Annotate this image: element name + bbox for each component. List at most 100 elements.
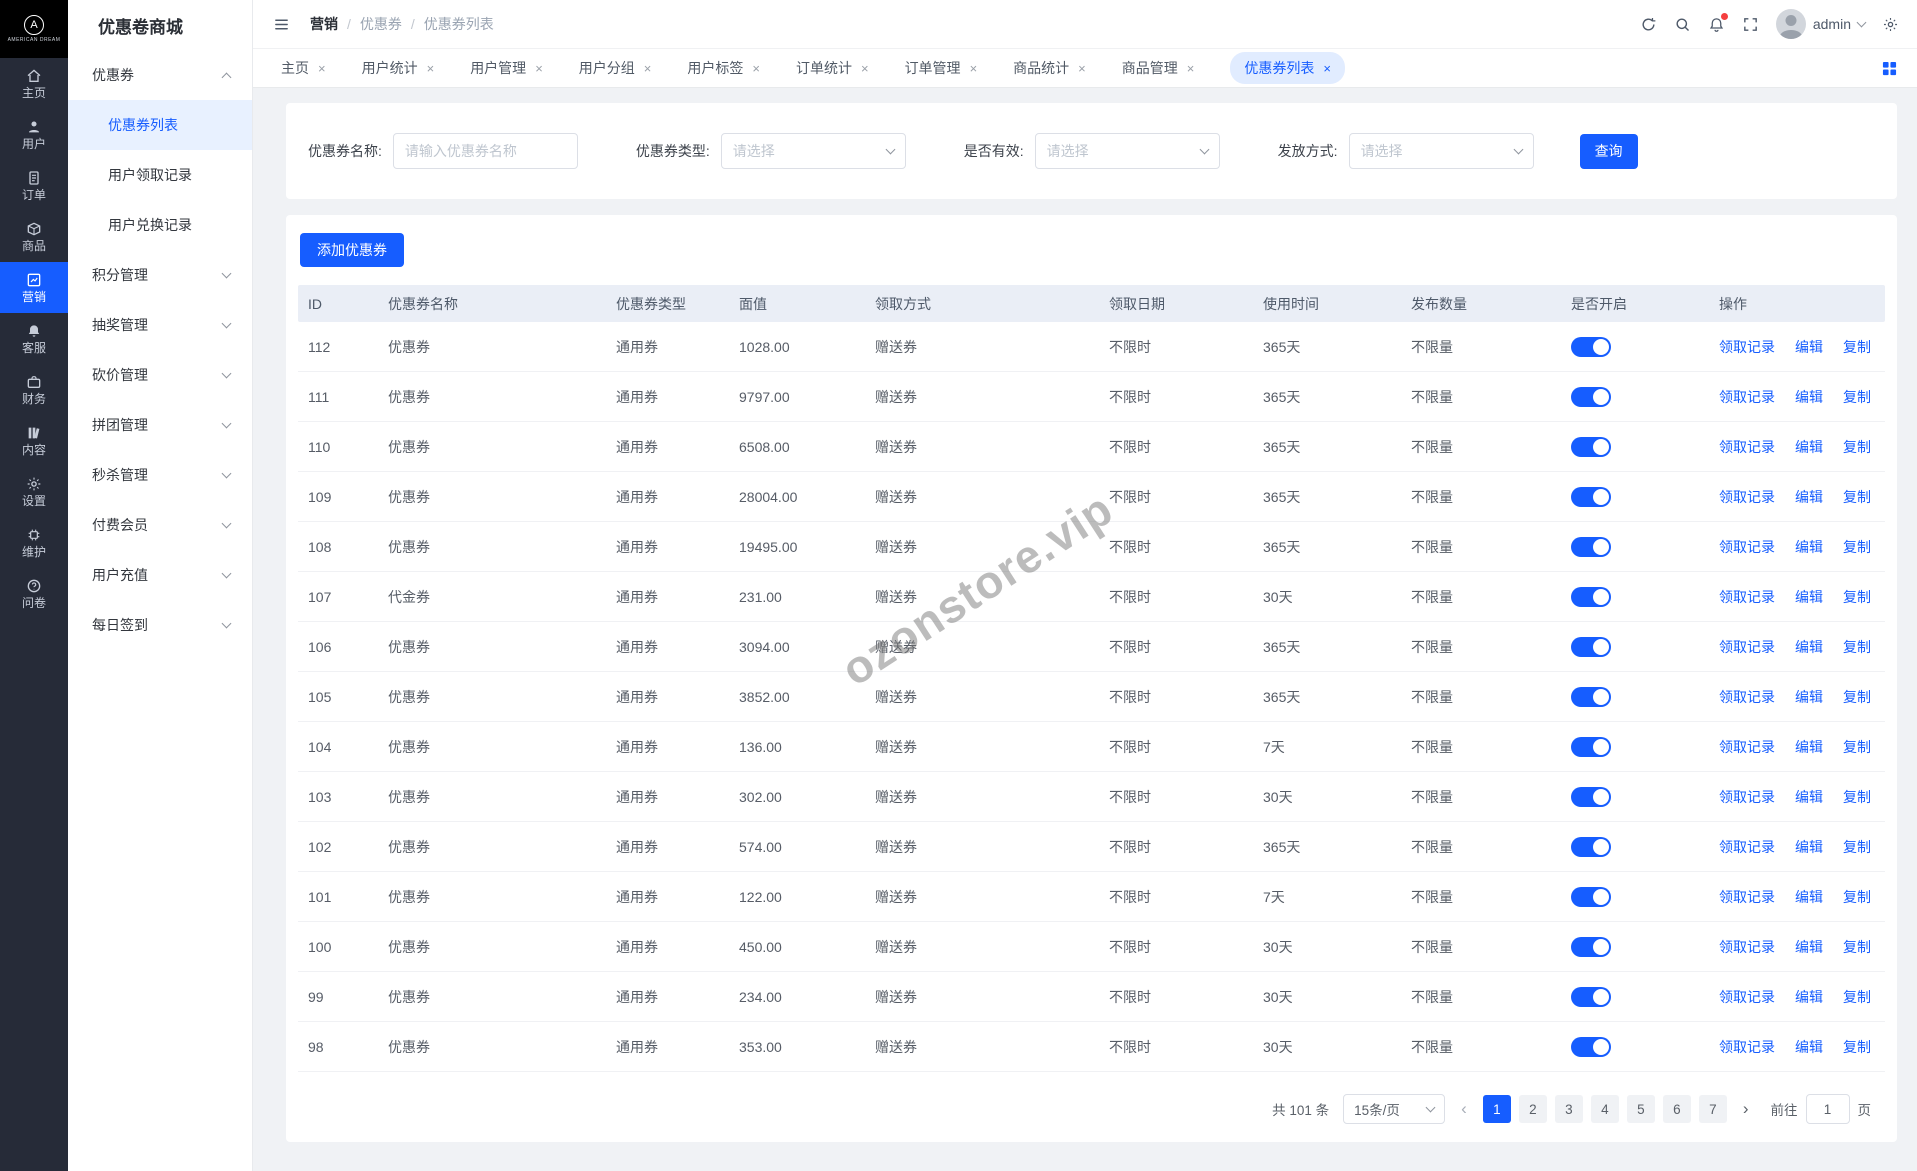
goto-page-input[interactable] [1805,1094,1850,1124]
rail-item-survey[interactable]: 问卷 [0,568,68,619]
enable-toggle[interactable] [1571,886,1611,907]
copy-link[interactable]: 复制 [1843,787,1871,807]
edit-link[interactable]: 编辑 [1795,337,1823,357]
edit-link[interactable]: 编辑 [1795,687,1823,707]
tab[interactable]: 用户分组 × [579,58,652,78]
enable-toggle[interactable] [1571,786,1611,807]
tab-close-icon[interactable]: × [752,62,760,75]
copy-link[interactable]: 复制 [1843,737,1871,757]
claim-records-link[interactable]: 领取记录 [1719,637,1775,657]
tab-options-grid-icon[interactable] [1882,61,1897,76]
rail-item-home[interactable]: 主页 [0,58,68,109]
tab[interactable]: 商品管理 × [1122,58,1195,78]
search-icon[interactable] [1674,16,1691,33]
claim-records-link[interactable]: 领取记录 [1719,1037,1775,1057]
copy-link[interactable]: 复制 [1843,837,1871,857]
copy-link[interactable]: 复制 [1843,887,1871,907]
sidebar-menu-item[interactable]: 付费会员 [68,500,252,550]
tab[interactable]: 主页 × [281,58,326,78]
breadcrumb-item[interactable]: 优惠券列表 [424,14,494,34]
enable-toggle[interactable] [1571,986,1611,1007]
page-number-button[interactable]: 5 [1626,1095,1655,1123]
claim-records-link[interactable]: 领取记录 [1719,337,1775,357]
tab[interactable]: 用户标签 × [687,58,760,78]
page-number-button[interactable]: 6 [1662,1095,1691,1123]
claim-records-link[interactable]: 领取记录 [1719,487,1775,507]
coupon-type-select[interactable]: 请选择 [720,133,906,169]
copy-link[interactable]: 复制 [1843,437,1871,457]
page-number-button[interactable]: 2 [1518,1095,1547,1123]
edit-link[interactable]: 编辑 [1795,787,1823,807]
sidebar-menu-item[interactable]: 砍价管理 [68,350,252,400]
enable-toggle[interactable] [1571,336,1611,357]
sidebar-menu-item[interactable]: 优惠券列表 [68,100,252,150]
enable-toggle[interactable] [1571,686,1611,707]
copy-link[interactable]: 复制 [1843,487,1871,507]
tab[interactable]: 用户统计 × [362,58,435,78]
tab-close-icon[interactable]: × [427,62,435,75]
tab-close-icon[interactable]: × [318,62,326,75]
coupon-name-input[interactable] [392,133,578,169]
enable-toggle[interactable] [1571,936,1611,957]
grant-method-select[interactable]: 请选择 [1348,133,1534,169]
rail-item-orders[interactable]: 订单 [0,160,68,211]
tab[interactable]: 优惠券列表 × [1230,52,1345,84]
sidebar-menu-item[interactable]: 用户充值 [68,550,252,600]
validity-select[interactable]: 请选择 [1034,133,1220,169]
copy-link[interactable]: 复制 [1843,587,1871,607]
enable-toggle[interactable] [1571,486,1611,507]
copy-link[interactable]: 复制 [1843,387,1871,407]
tab[interactable]: 订单统计 × [796,58,869,78]
rail-item-marketing[interactable]: 营销 [0,262,68,313]
copy-link[interactable]: 复制 [1843,1037,1871,1057]
add-coupon-button[interactable]: 添加优惠券 [300,233,404,267]
page-number-button[interactable]: 7 [1698,1095,1727,1123]
enable-toggle[interactable] [1571,836,1611,857]
copy-link[interactable]: 复制 [1843,987,1871,1007]
copy-link[interactable]: 复制 [1843,337,1871,357]
enable-toggle[interactable] [1571,436,1611,457]
tab-close-icon[interactable]: × [1187,62,1195,75]
tab[interactable]: 订单管理 × [905,58,978,78]
enable-toggle[interactable] [1571,536,1611,557]
collapse-menu-icon[interactable] [273,16,290,33]
breadcrumb-item[interactable]: 优惠券 [360,14,402,34]
rail-item-finance[interactable]: 财务 [0,364,68,415]
edit-link[interactable]: 编辑 [1795,737,1823,757]
edit-link[interactable]: 编辑 [1795,437,1823,457]
refresh-icon[interactable] [1640,16,1657,33]
edit-link[interactable]: 编辑 [1795,837,1823,857]
copy-link[interactable]: 复制 [1843,687,1871,707]
tab-close-icon[interactable]: × [970,62,978,75]
tab-close-icon[interactable]: × [861,62,869,75]
edit-link[interactable]: 编辑 [1795,887,1823,907]
enable-toggle[interactable] [1571,586,1611,607]
claim-records-link[interactable]: 领取记录 [1719,887,1775,907]
claim-records-link[interactable]: 领取记录 [1719,837,1775,857]
edit-link[interactable]: 编辑 [1795,637,1823,657]
rail-item-service[interactable]: 客服 [0,313,68,364]
tab-close-icon[interactable]: × [1078,62,1086,75]
edit-link[interactable]: 编辑 [1795,937,1823,957]
breadcrumb-item[interactable]: 营销 [310,14,338,34]
next-page-button[interactable]: › [1741,1099,1751,1119]
prev-page-button[interactable]: ‹ [1459,1099,1469,1119]
sidebar-menu-item[interactable]: 用户领取记录 [68,150,252,200]
rail-item-users[interactable]: 用户 [0,109,68,160]
enable-toggle[interactable] [1571,1036,1611,1057]
copy-link[interactable]: 复制 [1843,537,1871,557]
page-size-select[interactable]: 15条/页 [1343,1094,1446,1124]
notification-bell-icon[interactable] [1708,12,1728,33]
claim-records-link[interactable]: 领取记录 [1719,687,1775,707]
claim-records-link[interactable]: 领取记录 [1719,387,1775,407]
claim-records-link[interactable]: 领取记录 [1719,737,1775,757]
rail-item-settings[interactable]: 设置 [0,466,68,517]
sidebar-menu-item[interactable]: 抽奖管理 [68,300,252,350]
tab[interactable]: 商品统计 × [1013,58,1086,78]
claim-records-link[interactable]: 领取记录 [1719,537,1775,557]
copy-link[interactable]: 复制 [1843,637,1871,657]
tab[interactable]: 用户管理 × [470,58,543,78]
page-number-button[interactable]: 1 [1482,1095,1511,1123]
sidebar-menu-item[interactable]: 用户兑换记录 [68,200,252,250]
enable-toggle[interactable] [1571,636,1611,657]
